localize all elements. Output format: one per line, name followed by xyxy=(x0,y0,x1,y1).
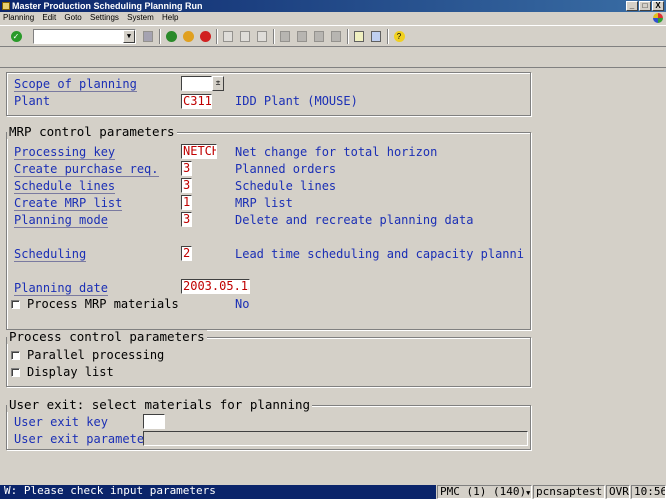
process-mrp-checkbox[interactable] xyxy=(11,300,20,309)
scheduling-description: Lead time scheduling and capacity planni xyxy=(235,247,524,261)
window-title: Master Production Scheduling Planning Ru… xyxy=(12,1,203,11)
user-exit-key-label: User exit key xyxy=(14,415,108,429)
status-mode[interactable]: OVR xyxy=(606,485,630,499)
previous-page-icon[interactable] xyxy=(295,29,309,43)
user-exit-parameter-input[interactable] xyxy=(143,431,528,446)
standard-toolbar: ✓ ▼ ? xyxy=(0,25,666,47)
menu-bar: Planning Edit Goto Settings System Help xyxy=(0,12,666,24)
shortcut-icon[interactable] xyxy=(369,29,383,43)
status-time: 10:56 xyxy=(631,485,666,499)
schedule-lines-input[interactable]: 3 xyxy=(181,178,192,193)
create-mrp-list-description: MRP list xyxy=(235,196,293,210)
sap-window-icon xyxy=(2,2,10,10)
plant-input[interactable]: C311 xyxy=(181,94,212,109)
menu-help[interactable]: Help xyxy=(162,13,178,22)
scheduling-label: Scheduling xyxy=(14,247,87,262)
processing-key-input[interactable]: NETCH xyxy=(181,144,217,159)
title-bar: Master Production Scheduling Planning Ru… xyxy=(0,0,666,12)
back-icon[interactable] xyxy=(164,29,178,43)
process-mrp-label: Process MRP materials xyxy=(27,297,179,311)
save-icon[interactable] xyxy=(141,29,155,43)
scope-label: Scope of planning xyxy=(14,77,137,92)
scheduling-input[interactable]: 2 xyxy=(181,246,192,261)
process-control-group xyxy=(6,337,531,387)
schedule-lines-label: Schedule lines xyxy=(14,179,116,194)
first-page-icon[interactable] xyxy=(278,29,292,43)
parallel-processing-label: Parallel processing xyxy=(27,348,165,362)
find-icon[interactable] xyxy=(238,29,252,43)
planning-date-label: Planning date xyxy=(14,281,108,296)
find-next-icon[interactable] xyxy=(255,29,269,43)
user-exit-parameter-label: User exit parameter xyxy=(14,432,152,446)
user-exit-title: User exit: select materials for planning xyxy=(7,397,313,412)
planning-mode-input[interactable]: 3 xyxy=(181,212,192,227)
create-pr-description: Planned orders xyxy=(235,162,337,176)
enter-icon[interactable]: ✓ xyxy=(9,29,23,43)
process-mrp-description: No xyxy=(235,297,250,311)
status-system-dropdown-icon[interactable]: ▼ xyxy=(526,489,530,497)
user-exit-key-input[interactable] xyxy=(143,414,165,429)
help-icon[interactable]: ? xyxy=(392,29,406,43)
menu-goto[interactable]: Goto xyxy=(64,13,81,22)
mrp-control-title: MRP control parameters xyxy=(7,124,177,139)
application-toolbar xyxy=(0,48,666,68)
next-page-icon[interactable] xyxy=(312,29,326,43)
command-dropdown-icon[interactable]: ▼ xyxy=(123,30,135,43)
menu-system[interactable]: System xyxy=(127,13,154,22)
plant-label: Plant xyxy=(14,94,51,108)
processing-key-description: Net change for total horizon xyxy=(235,145,438,159)
planning-mode-label: Planning mode xyxy=(14,213,108,228)
create-pr-input[interactable]: 3 xyxy=(181,161,192,176)
maximize-button[interactable]: □ xyxy=(639,1,651,11)
exit-icon[interactable] xyxy=(181,29,195,43)
status-bar: W: Please check input parameters PMC (1)… xyxy=(0,485,666,499)
display-list-label: Display list xyxy=(27,365,114,379)
scope-input[interactable] xyxy=(181,76,212,91)
print-icon[interactable] xyxy=(221,29,235,43)
display-list-checkbox[interactable] xyxy=(11,368,20,377)
status-system-text: PMC (1) (140) xyxy=(440,485,527,498)
processing-key-label: Processing key xyxy=(14,145,116,160)
status-server: pcnsaptest xyxy=(533,485,605,499)
create-mrp-list-label: Create MRP list xyxy=(14,196,123,211)
plant-description: IDD Plant (MOUSE) xyxy=(235,94,358,108)
last-page-icon[interactable] xyxy=(329,29,343,43)
minimize-button[interactable]: _ xyxy=(626,1,638,11)
schedule-lines-description: Schedule lines xyxy=(235,179,337,193)
planning-date-input[interactable]: 2003.05.15 xyxy=(181,279,250,294)
cancel-icon[interactable] xyxy=(198,29,212,43)
scope-possible-entries-icon[interactable]: ± xyxy=(212,76,224,91)
process-control-title: Process control parameters xyxy=(7,329,207,344)
planning-mode-description: Delete and recreate planning data xyxy=(235,213,474,227)
menu-settings[interactable]: Settings xyxy=(90,13,119,22)
menu-planning[interactable]: Planning xyxy=(3,13,34,22)
sap-status-icon xyxy=(653,13,663,23)
close-window-button[interactable]: X xyxy=(652,1,664,11)
command-field[interactable]: ▼ xyxy=(33,29,136,44)
screen-area: Scope of planning ± Plant C311 IDD Plant… xyxy=(0,69,666,485)
create-session-icon[interactable] xyxy=(352,29,366,43)
create-pr-label: Create purchase req. xyxy=(14,162,159,177)
menu-edit[interactable]: Edit xyxy=(42,13,56,22)
status-message[interactable]: W: Please check input parameters xyxy=(0,485,436,499)
status-system[interactable]: PMC (1) (140)▼ xyxy=(437,485,532,499)
create-mrp-list-input[interactable]: 1 xyxy=(181,195,192,210)
parallel-processing-checkbox[interactable] xyxy=(11,351,20,360)
